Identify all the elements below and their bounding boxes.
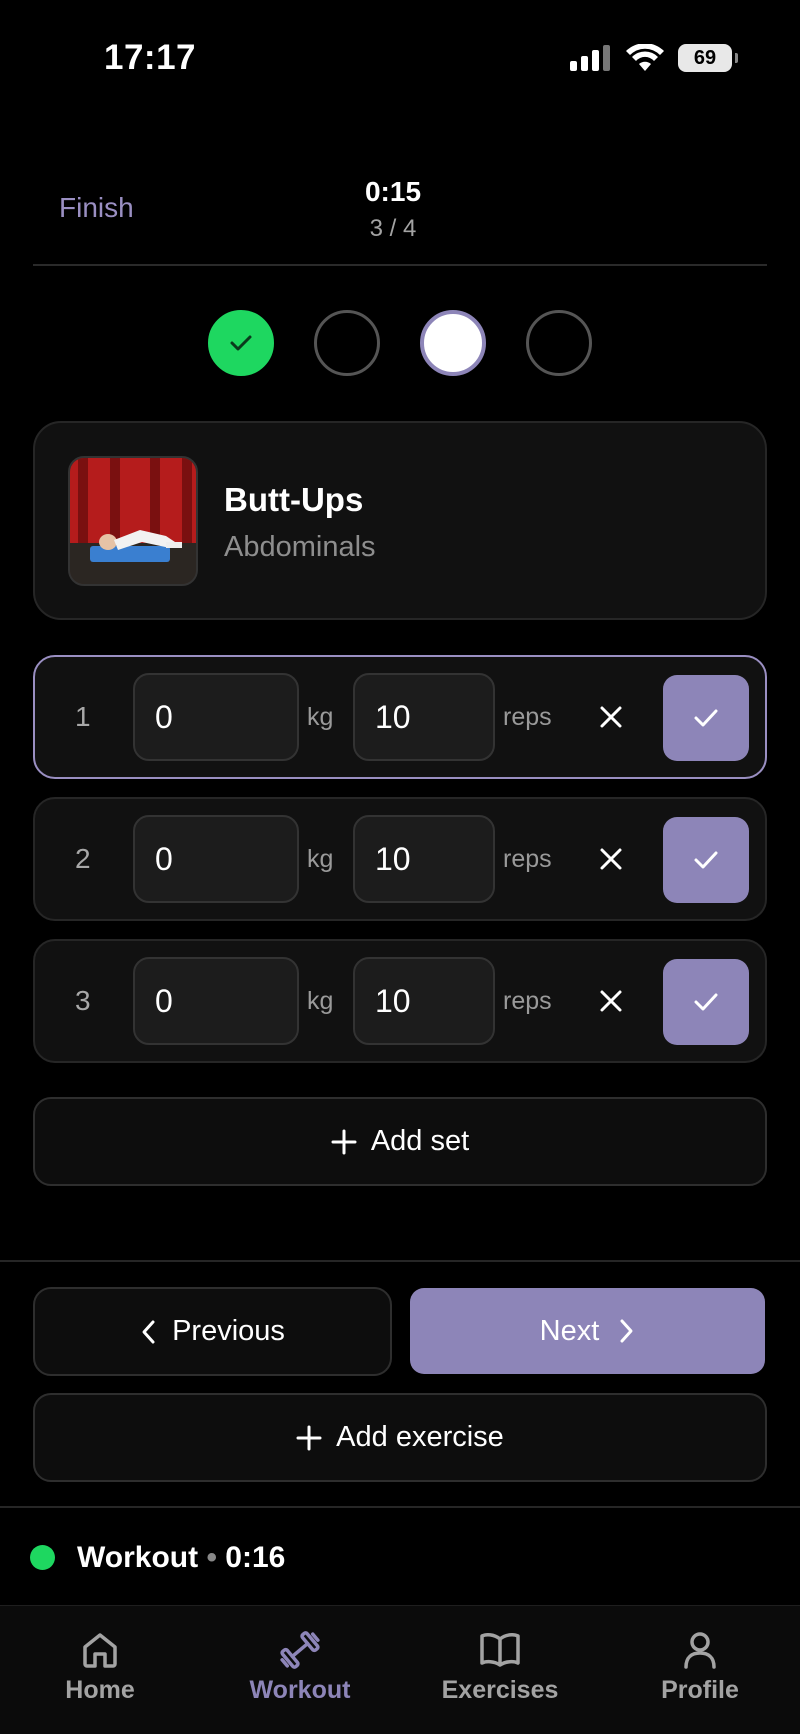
add-exercise-button[interactable]: Add exercise (33, 1393, 767, 1482)
separator-dot: • (206, 1540, 226, 1574)
reps-input[interactable]: 10 (353, 673, 495, 761)
weight-unit-label: kg (307, 845, 334, 873)
book-icon (480, 1633, 520, 1667)
exercise-steps (0, 310, 800, 376)
exercise-thumbnail (68, 456, 198, 586)
tab-bar: Home Workout Exercises Profile (0, 1605, 800, 1734)
tab-exercises[interactable]: Exercises (420, 1630, 580, 1705)
active-workout-bar[interactable]: Workout • 0:16 (30, 1535, 285, 1580)
check-icon (694, 851, 718, 869)
remove-set-button[interactable] (591, 695, 631, 739)
set-number: 1 (75, 701, 91, 732)
divider (33, 264, 767, 266)
workout-status-label: Workout (77, 1540, 199, 1574)
check-icon (230, 335, 252, 351)
dumbbell-icon (280, 1631, 320, 1669)
exercise-name: Butt-Ups (224, 481, 364, 518)
next-button[interactable]: Next (410, 1288, 765, 1374)
user-icon (684, 1632, 716, 1669)
step-1-completed[interactable] (208, 310, 274, 376)
weight-unit-label: kg (307, 703, 334, 731)
add-set-label: Add set (370, 1125, 470, 1157)
close-icon (600, 706, 622, 728)
reps-input[interactable]: 10 (353, 957, 495, 1045)
plus-icon (296, 1425, 322, 1450)
step-4[interactable] (526, 310, 592, 376)
workout-header: Finish 0:15 3 / 4 (0, 160, 800, 266)
close-icon (600, 848, 622, 870)
plus-icon (331, 1129, 357, 1154)
tab-workout-label: Workout (249, 1676, 351, 1704)
tab-profile[interactable]: Profile (620, 1630, 780, 1705)
weight-input[interactable]: 0 (133, 815, 299, 903)
status-bar: 17:17 69 (0, 0, 800, 120)
remove-set-button[interactable] (591, 979, 631, 1023)
tab-workout[interactable]: Workout (220, 1630, 380, 1705)
complete-set-button[interactable] (663, 817, 749, 903)
chevron-left-icon (142, 1320, 155, 1343)
previous-label: Previous (172, 1315, 285, 1347)
add-exercise-label: Add exercise (336, 1421, 504, 1453)
battery-indicator: 69 (678, 44, 738, 72)
tab-home[interactable]: Home (20, 1630, 180, 1705)
weight-unit-label: kg (307, 987, 334, 1015)
cellular-signal-icon (570, 45, 610, 71)
weight-input[interactable]: 0 (133, 957, 299, 1045)
reps-unit-label: reps (503, 845, 552, 873)
previous-button[interactable]: Previous (33, 1287, 392, 1376)
exercise-card[interactable]: Butt-Ups Abdominals (33, 421, 767, 620)
exercise-progress: 3 / 4 (369, 215, 417, 242)
chevron-right-icon (620, 1319, 633, 1343)
next-label: Next (539, 1314, 600, 1347)
wifi-icon (626, 44, 664, 71)
reps-unit-label: reps (503, 703, 552, 731)
battery-level: 69 (693, 46, 717, 69)
set-row: 3 0 kg 10 reps (33, 939, 767, 1063)
remove-set-button[interactable] (591, 837, 631, 881)
home-icon (83, 1633, 117, 1668)
step-3-current[interactable] (420, 310, 486, 376)
set-row: 1 0 kg 10 reps (33, 655, 767, 779)
exercise-timer: 0:15 (364, 176, 422, 207)
status-icons: 69 (570, 44, 738, 72)
set-row: 2 0 kg 10 reps (33, 797, 767, 921)
tab-profile-label: Profile (661, 1676, 739, 1704)
workout-elapsed-time: 0:16 (225, 1540, 286, 1574)
tab-home-label: Home (65, 1676, 135, 1704)
reps-unit-label: reps (503, 987, 552, 1015)
weight-input[interactable]: 0 (133, 673, 299, 761)
complete-set-button[interactable] (663, 959, 749, 1045)
exercise-muscle-group: Abdominals (224, 531, 376, 563)
status-time: 17:17 (104, 38, 197, 77)
divider (0, 1506, 800, 1508)
reps-input[interactable]: 10 (353, 815, 495, 903)
set-number: 3 (75, 985, 91, 1016)
complete-set-button[interactable] (663, 675, 749, 761)
set-number: 2 (75, 843, 91, 874)
check-icon (694, 709, 718, 727)
close-icon (600, 990, 622, 1012)
live-indicator (30, 1545, 55, 1570)
add-set-button[interactable]: Add set (33, 1097, 767, 1186)
divider (0, 1260, 800, 1262)
check-icon (694, 993, 718, 1011)
tab-exercises-label: Exercises (441, 1676, 559, 1704)
step-2[interactable] (314, 310, 380, 376)
